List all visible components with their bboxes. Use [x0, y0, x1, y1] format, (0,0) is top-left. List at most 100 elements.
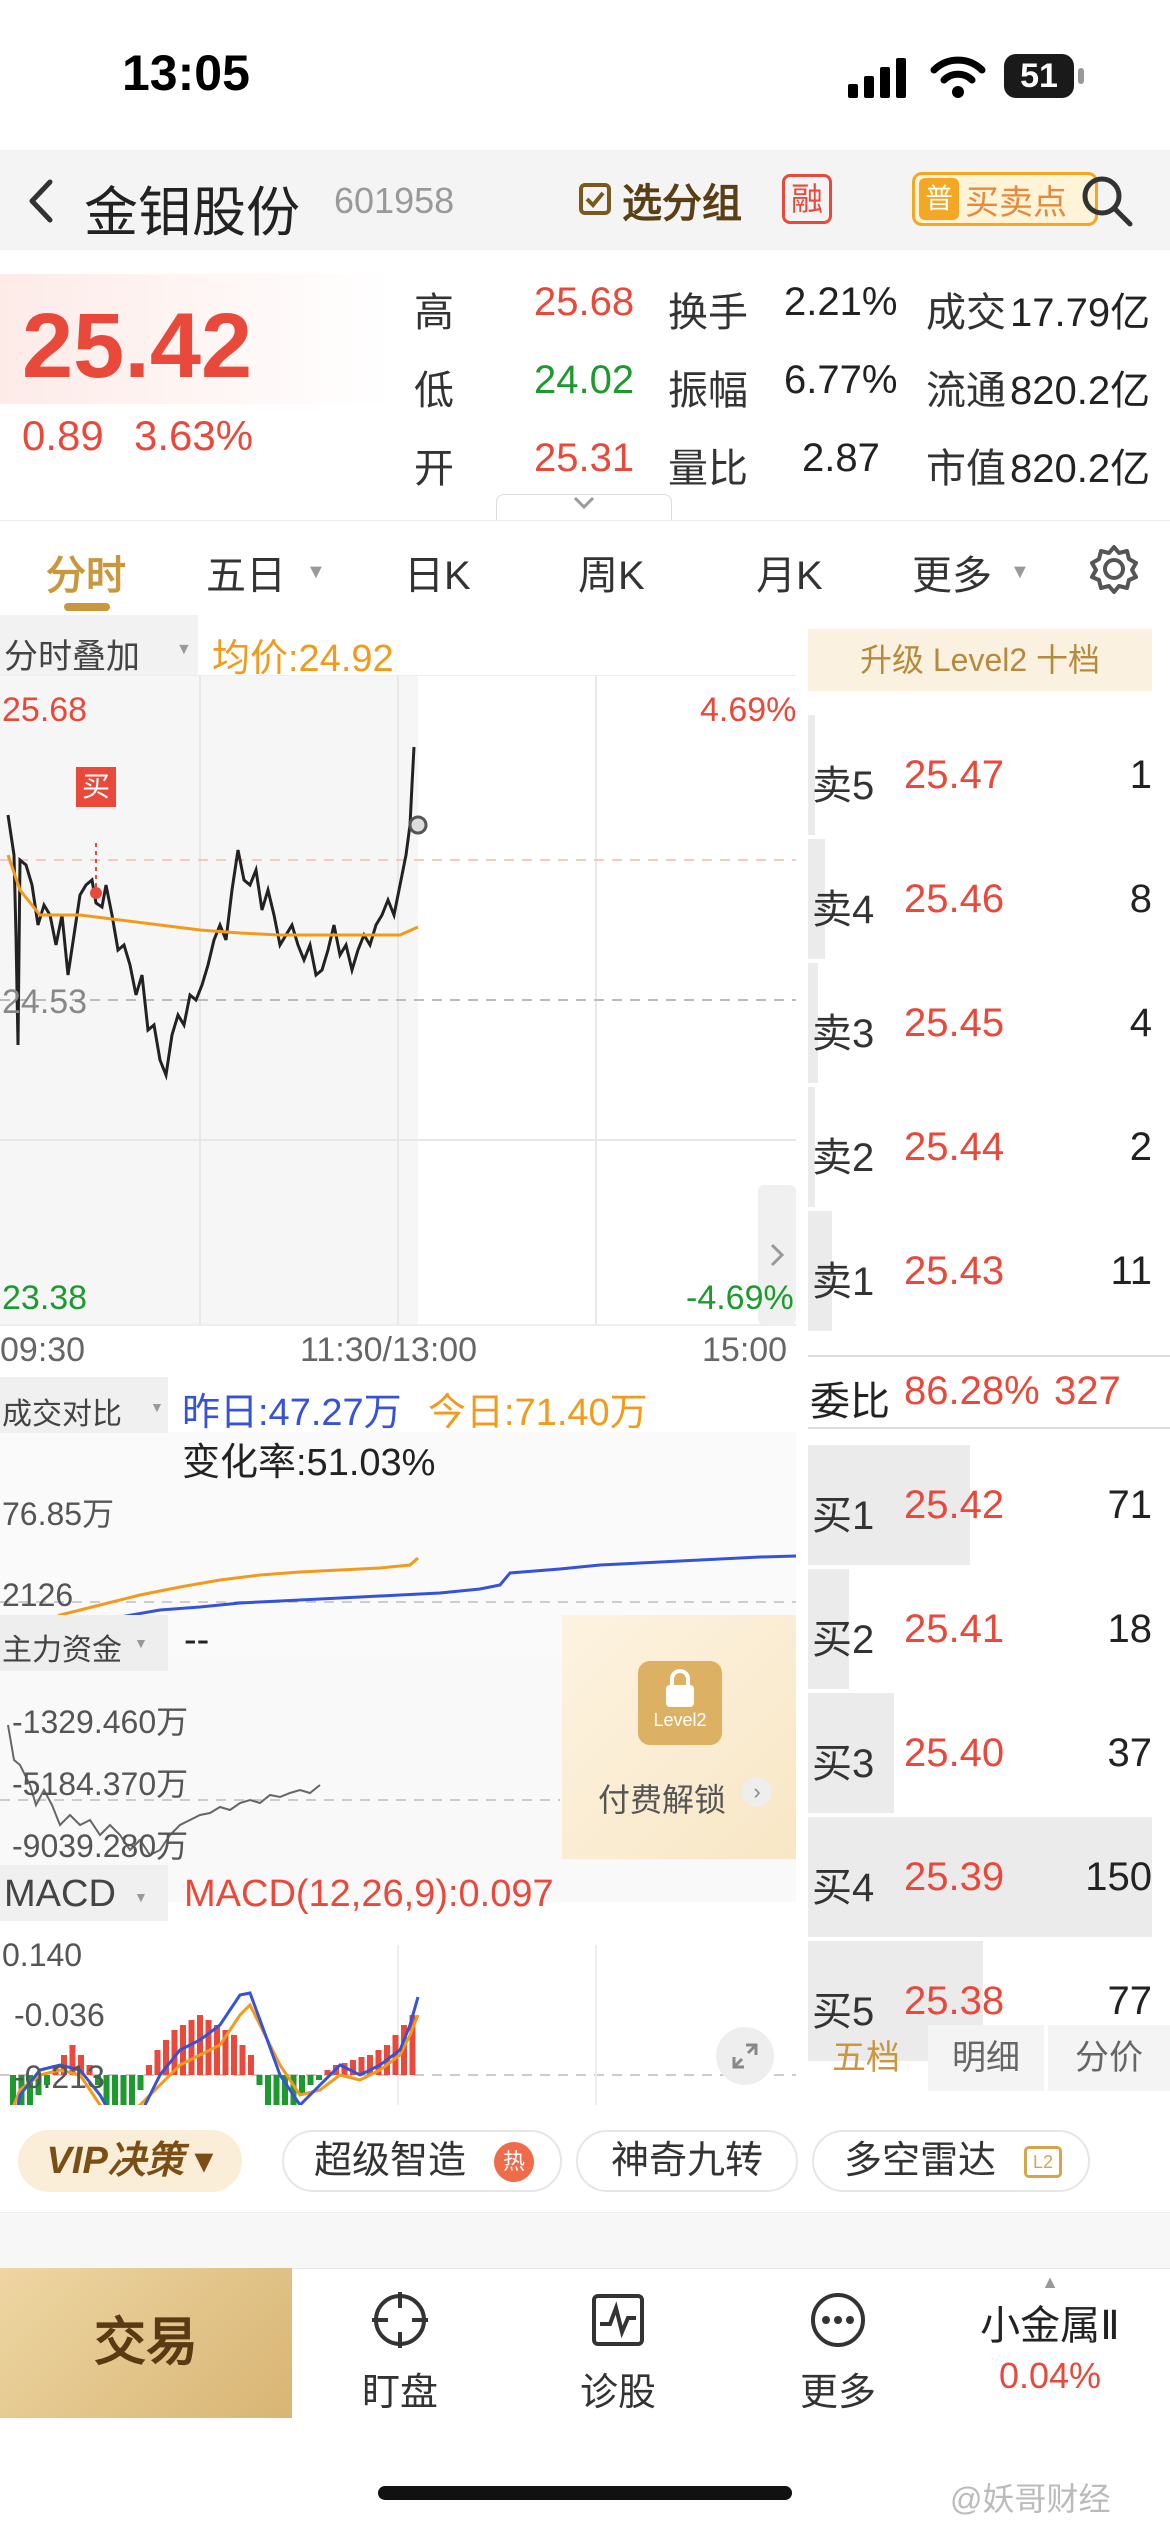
home-indicator: [378, 2486, 792, 2500]
nav-watch-button[interactable]: 盯盘: [330, 2290, 470, 2416]
order-book-tabs: 五档 明细 分价: [808, 2025, 1170, 2091]
sell-level-price: 25.47: [904, 753, 1005, 797]
buy-level-label: 买1: [812, 1494, 875, 1538]
macd-bar: [214, 2025, 220, 2075]
battery-level: 51: [1020, 57, 1058, 95]
settings-gear-icon[interactable]: [1088, 543, 1140, 595]
magic-nine-turns-button[interactable]: 神奇九转: [576, 2130, 798, 2192]
stock-name: 金钼股份: [84, 183, 300, 243]
tab-active-indicator: [64, 603, 110, 611]
tab-five-levels[interactable]: 五档: [808, 2025, 924, 2091]
buy-level-price: 25.39: [904, 1855, 1005, 1899]
super-manufacturing-button[interactable]: 超级智造 热: [282, 2130, 562, 2192]
macd-bar: [265, 2075, 271, 2105]
sell-level-price: 25.45: [904, 1001, 1005, 1045]
price-change: 0.89: [22, 412, 104, 459]
high-label: 高: [414, 291, 454, 335]
buy-level-label: 买3: [812, 1742, 875, 1786]
upgrade-level2-button[interactable]: 升级 Level2 十档: [808, 629, 1152, 691]
sell-level-row[interactable]: 卖5 25.47 1: [808, 715, 1170, 835]
margin-badge[interactable]: 融: [782, 174, 832, 224]
sell-level-volume: 8: [1129, 877, 1152, 921]
sell-level-row[interactable]: 卖4 25.46 8: [808, 839, 1170, 959]
macd-bar: [256, 2075, 263, 2085]
back-arrow-icon[interactable]: [24, 176, 58, 226]
sell-level-volume: 4: [1129, 1001, 1152, 1045]
bull-bear-radar-label: 多空雷达: [844, 2140, 997, 2182]
sell-level-row[interactable]: 卖3 25.45 4: [808, 963, 1170, 1083]
volume-y-bottom: 2126: [2, 1577, 74, 1613]
sell-level-label: 卖1: [812, 1260, 875, 1304]
sector-widget[interactable]: ▲ 小金属Ⅱ 0.04%: [930, 2272, 1170, 2397]
tab-details[interactable]: 明细: [928, 2025, 1044, 2091]
sell-level-label: 卖5: [812, 764, 875, 808]
macd-bar: [137, 2075, 144, 2090]
main-funds-value: --: [184, 1619, 210, 1661]
nav-diagnose-button[interactable]: 诊股: [548, 2290, 688, 2416]
macd-bar: [307, 2075, 314, 2085]
nav-diagnose-label: 诊股: [579, 2372, 656, 2414]
tab-day-k[interactable]: 日K: [404, 543, 471, 601]
cellular-signal-icon: [848, 58, 906, 98]
macd-bar: [205, 2020, 212, 2075]
macd-y-bottom: -0.213: [14, 2059, 105, 2095]
x-label-midday: 11:30/13:00: [300, 1331, 478, 1369]
search-icon[interactable]: [1080, 174, 1134, 228]
buy-level-price: 25.40: [904, 1731, 1005, 1775]
stock-code: 601958: [334, 180, 455, 221]
macd-label: MACD: [4, 1873, 116, 1915]
sell-level-row[interactable]: 卖2 25.44 2: [808, 1087, 1170, 1207]
sell-level-label: 卖3: [812, 1012, 875, 1056]
expand-quote-button[interactable]: [496, 494, 672, 520]
buy-level-row[interactable]: 买4 25.39 150: [808, 1817, 1170, 1937]
vip-decision-button[interactable]: VIP决策 ▾: [18, 2130, 242, 2192]
buy-sell-point-button[interactable]: 普 买卖点: [912, 172, 1098, 226]
macd-y-top: 0.140: [2, 1937, 83, 1973]
tab-month-k[interactable]: 月K: [756, 543, 823, 601]
paid-unlock-panel[interactable]: Level2 付费解锁 ›: [562, 1615, 796, 1859]
status-bar: 13:05 51: [0, 0, 1170, 150]
hot-badge: 热: [494, 2142, 534, 2182]
buy-level-row[interactable]: 买2 25.41 18: [808, 1569, 1170, 1689]
unlock-arrow-icon: ›: [742, 1777, 772, 1807]
chart-tabs: 分时 五日 ▼ 日K 周K 月K 更多 ▼: [0, 520, 1170, 615]
sell-level-volume: 11: [1110, 1249, 1152, 1293]
overlay-label: 分时叠加: [4, 638, 140, 676]
yesterday-volume: 昨日:47.27万: [182, 1392, 402, 1434]
low-label: 低: [414, 369, 454, 413]
buy-level-volume: 71: [1107, 1483, 1153, 1527]
macd-bar: [129, 2075, 135, 2105]
buy-level-volume: 18: [1107, 1607, 1153, 1651]
sell-level-label: 卖2: [812, 1136, 875, 1180]
volume-label: 成交: [926, 291, 1006, 335]
buy-level-volume: 37: [1107, 1731, 1153, 1775]
avg-price-label: 均价:24.92: [212, 638, 394, 680]
sector-name: 小金属Ⅱ: [980, 2304, 1120, 2348]
tab-week-k[interactable]: 周K: [578, 543, 645, 601]
buy-level-row[interactable]: 买1 25.42 71: [808, 1445, 1170, 1565]
tab-more[interactable]: 更多: [912, 543, 992, 601]
macd-bar: [239, 2045, 246, 2075]
status-time: 13:05: [122, 45, 250, 101]
tab-intraday[interactable]: 分时: [46, 543, 126, 601]
volume-change-rate: 变化率:51.03%: [182, 1442, 436, 1484]
sell-level-price: 25.43: [904, 1249, 1005, 1293]
ratio-count: 327: [1054, 1369, 1121, 1413]
sell-level-row[interactable]: 卖1 25.43 11: [808, 1211, 1170, 1331]
macd-bar: [197, 2015, 203, 2075]
volume-ratio-value: 2.87: [802, 436, 880, 480]
fullscreen-button[interactable]: [716, 2027, 774, 2085]
tab-price-distribution[interactable]: 分价: [1048, 2025, 1170, 2091]
buy-marker[interactable]: 买: [76, 767, 116, 807]
wifi-icon: [930, 56, 986, 98]
nav-more-button[interactable]: 更多: [768, 2290, 908, 2416]
volume-compare-dropdown-icon: ▼: [150, 1399, 164, 1415]
tab-five-day[interactable]: 五日: [206, 543, 286, 601]
buy-level-row[interactable]: 买3 25.40 37: [808, 1693, 1170, 1813]
float-cap-value: 820.2亿: [1010, 369, 1151, 413]
turnover-value: 2.21%: [784, 280, 898, 324]
trade-button[interactable]: 交易: [0, 2268, 292, 2418]
open-value: 25.31: [534, 436, 635, 480]
bull-bear-radar-button[interactable]: 多空雷达 L2: [812, 2130, 1090, 2192]
select-group-button[interactable]: 选分组: [578, 172, 742, 228]
